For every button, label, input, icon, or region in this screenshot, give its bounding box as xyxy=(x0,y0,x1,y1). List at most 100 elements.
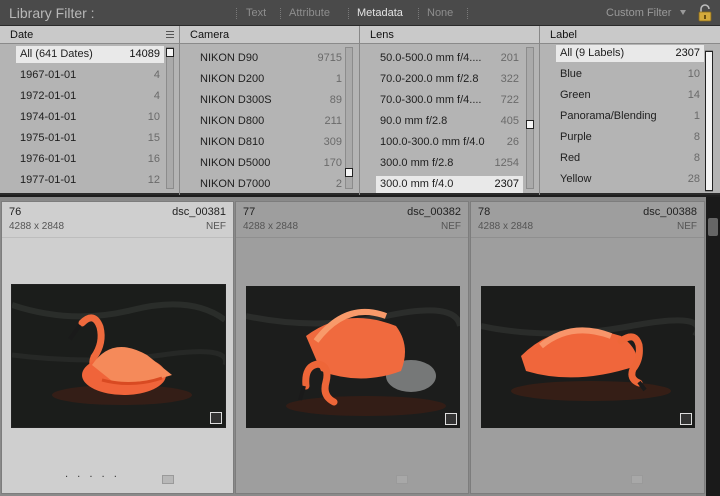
list-item-count: 28 xyxy=(687,173,700,185)
list-item-count: 170 xyxy=(323,157,342,169)
list-item[interactable]: 70.0-200.0 mm f/2.8 322 xyxy=(376,71,523,88)
list-item-count: 1254 xyxy=(494,157,519,169)
list-item[interactable]: Red 8 xyxy=(556,150,704,167)
list-item[interactable]: 1967-01-01 4 xyxy=(16,67,164,84)
grid-cell[interactable]: 78 dsc_00388 4288 x 2848 NEF xyxy=(470,201,705,494)
list-item-label: 70.0-300.0 mm f/4.... xyxy=(380,94,482,106)
list-item[interactable]: 300.0 mm f/2.8 1254 xyxy=(376,155,523,172)
list-item-count: 16 xyxy=(147,153,160,165)
separator xyxy=(280,8,281,19)
list-item-count: 201 xyxy=(500,52,519,64)
color-label-icon[interactable] xyxy=(162,475,174,484)
list-item[interactable]: 90.0 mm f/2.8 405 xyxy=(376,113,523,130)
list-item-label: 50.0-500.0 mm f/4.... xyxy=(380,52,482,64)
date-scrollbar[interactable] xyxy=(166,47,174,189)
scrollbar-thumb[interactable] xyxy=(705,51,713,191)
list-item[interactable]: NIKON D200 1 xyxy=(196,71,346,88)
list-item[interactable]: Green 14 xyxy=(556,87,704,104)
filter-mode-none[interactable]: None xyxy=(427,7,453,19)
camera-column: Camera NIKON D90 9715 NIKON D200 1 NIKON D… xyxy=(180,26,360,195)
separator xyxy=(236,8,237,19)
photo-thumbnail[interactable] xyxy=(11,284,226,428)
list-item-count: 2307 xyxy=(494,178,519,190)
list-item[interactable]: 300.0 mm f/4.0 2307 xyxy=(376,176,523,193)
lens-column: Lens 50.0-500.0 mm f/4.... 201 70.0-200.0… xyxy=(360,26,540,195)
develop-badge-icon[interactable] xyxy=(680,413,692,425)
label-column: Label All (9 Labels) 2307 Blue 10 Green 14 … xyxy=(540,26,720,195)
list-item[interactable]: Purple 8 xyxy=(556,129,704,146)
list-item[interactable]: Panorama/Blending 1 xyxy=(556,108,704,125)
column-header-label: Label xyxy=(550,29,577,41)
list-item-label: 1974-01-01 xyxy=(20,111,77,123)
list-item-label: 1967-01-01 xyxy=(20,69,77,81)
custom-filter-dropdown[interactable]: Custom Filter xyxy=(606,7,671,19)
list-item[interactable]: 1977-01-01 12 xyxy=(16,172,164,189)
list-item[interactable]: 1975-01-01 15 xyxy=(16,130,164,147)
label-scrollbar[interactable] xyxy=(705,50,713,192)
lens-scrollbar[interactable] xyxy=(526,47,534,189)
list-item-label: Yellow xyxy=(560,173,592,185)
grid-cell[interactable]: 76 dsc_00381 4288 x 2848 NEF ····· xyxy=(1,201,234,494)
photo-thumbnail[interactable] xyxy=(481,286,695,428)
filter-mode-attribute[interactable]: Attribute xyxy=(289,7,330,19)
color-label-icon[interactable] xyxy=(631,475,643,484)
list-item-count: 722 xyxy=(500,94,519,106)
list-item-count: 4 xyxy=(153,69,160,81)
list-item-label: 1975-01-01 xyxy=(20,132,77,144)
list-item[interactable]: 1976-01-01 16 xyxy=(16,151,164,168)
list-item[interactable]: 50.0-500.0 mm f/4.... 201 xyxy=(376,50,523,67)
list-item-label: Purple xyxy=(560,131,592,143)
scrollbar-thumb[interactable] xyxy=(708,218,718,236)
star-rating[interactable]: ····· xyxy=(65,472,126,483)
list-item[interactable]: 70.0-300.0 mm f/4.... 722 xyxy=(376,92,523,109)
list-item[interactable]: 100.0-300.0 mm f/4.0 26 xyxy=(376,134,523,151)
column-header-label-filter[interactable]: Label xyxy=(540,26,720,44)
grid-scrollbar[interactable] xyxy=(706,197,720,496)
list-item[interactable]: NIKON D90 9715 xyxy=(196,50,346,67)
develop-badge-icon[interactable] xyxy=(210,412,222,424)
divider xyxy=(236,237,468,238)
cell-format: NEF xyxy=(441,221,461,232)
list-item[interactable]: NIKON D810 309 xyxy=(196,134,346,151)
develop-badge-icon[interactable] xyxy=(445,413,457,425)
column-header-date[interactable]: Date xyxy=(0,26,179,44)
photo-thumbnail[interactable] xyxy=(246,286,460,428)
list-item[interactable]: NIKON D7000 2 xyxy=(196,176,346,193)
list-item-count: 2 xyxy=(335,178,342,190)
list-item-label: 300.0 mm f/2.8 xyxy=(380,157,454,169)
scrollbar-thumb[interactable] xyxy=(526,120,534,129)
filter-bar-title: Library Filter : xyxy=(9,5,95,21)
list-item-count: 309 xyxy=(323,136,342,148)
column-header-lens[interactable]: Lens xyxy=(360,26,539,44)
list-item[interactable]: NIKON D5000 170 xyxy=(196,155,346,172)
list-item[interactable]: NIKON D300S 89 xyxy=(196,92,346,109)
scrollbar-thumb[interactable] xyxy=(345,168,353,177)
list-item[interactable]: 1972-01-01 4 xyxy=(16,88,164,105)
list-item[interactable]: All (9 Labels) 2307 xyxy=(556,45,704,62)
list-item-count: 14089 xyxy=(129,48,160,60)
list-item[interactable]: 1974-01-01 10 xyxy=(16,109,164,126)
filter-mode-metadata[interactable]: Metadata xyxy=(357,7,403,19)
column-header-camera[interactable]: Camera xyxy=(180,26,359,44)
metadata-filter-panel: Date All (641 Dates) 14089 1967-01-01 4 19… xyxy=(0,26,720,195)
column-menu-icon[interactable] xyxy=(166,31,174,38)
scrollbar-thumb[interactable] xyxy=(166,48,174,57)
chevron-down-icon[interactable] xyxy=(680,10,686,15)
list-item[interactable]: Blue 10 xyxy=(556,66,704,83)
list-item-count: 10 xyxy=(687,68,700,80)
list-item-count: 8 xyxy=(693,152,700,164)
list-item[interactable]: NIKON D800 211 xyxy=(196,113,346,130)
list-item-label: NIKON D5000 xyxy=(200,157,271,169)
list-item-label: NIKON D200 xyxy=(200,73,265,85)
list-item[interactable]: All (641 Dates) 14089 xyxy=(16,46,164,63)
grid-cell[interactable]: 77 dsc_00382 4288 x 2848 NEF xyxy=(235,201,469,494)
color-label-icon[interactable] xyxy=(396,475,408,484)
lock-icon[interactable] xyxy=(697,4,713,22)
library-filter-bar: Library Filter : Text Attribute Metadata… xyxy=(0,0,720,26)
filter-mode-text[interactable]: Text xyxy=(246,7,266,19)
cell-dimensions: 4288 x 2848 xyxy=(9,221,65,232)
camera-scrollbar[interactable] xyxy=(345,47,353,189)
list-item[interactable]: Yellow 28 xyxy=(556,171,704,188)
separator xyxy=(467,8,468,19)
list-item-count: 26 xyxy=(506,136,519,148)
